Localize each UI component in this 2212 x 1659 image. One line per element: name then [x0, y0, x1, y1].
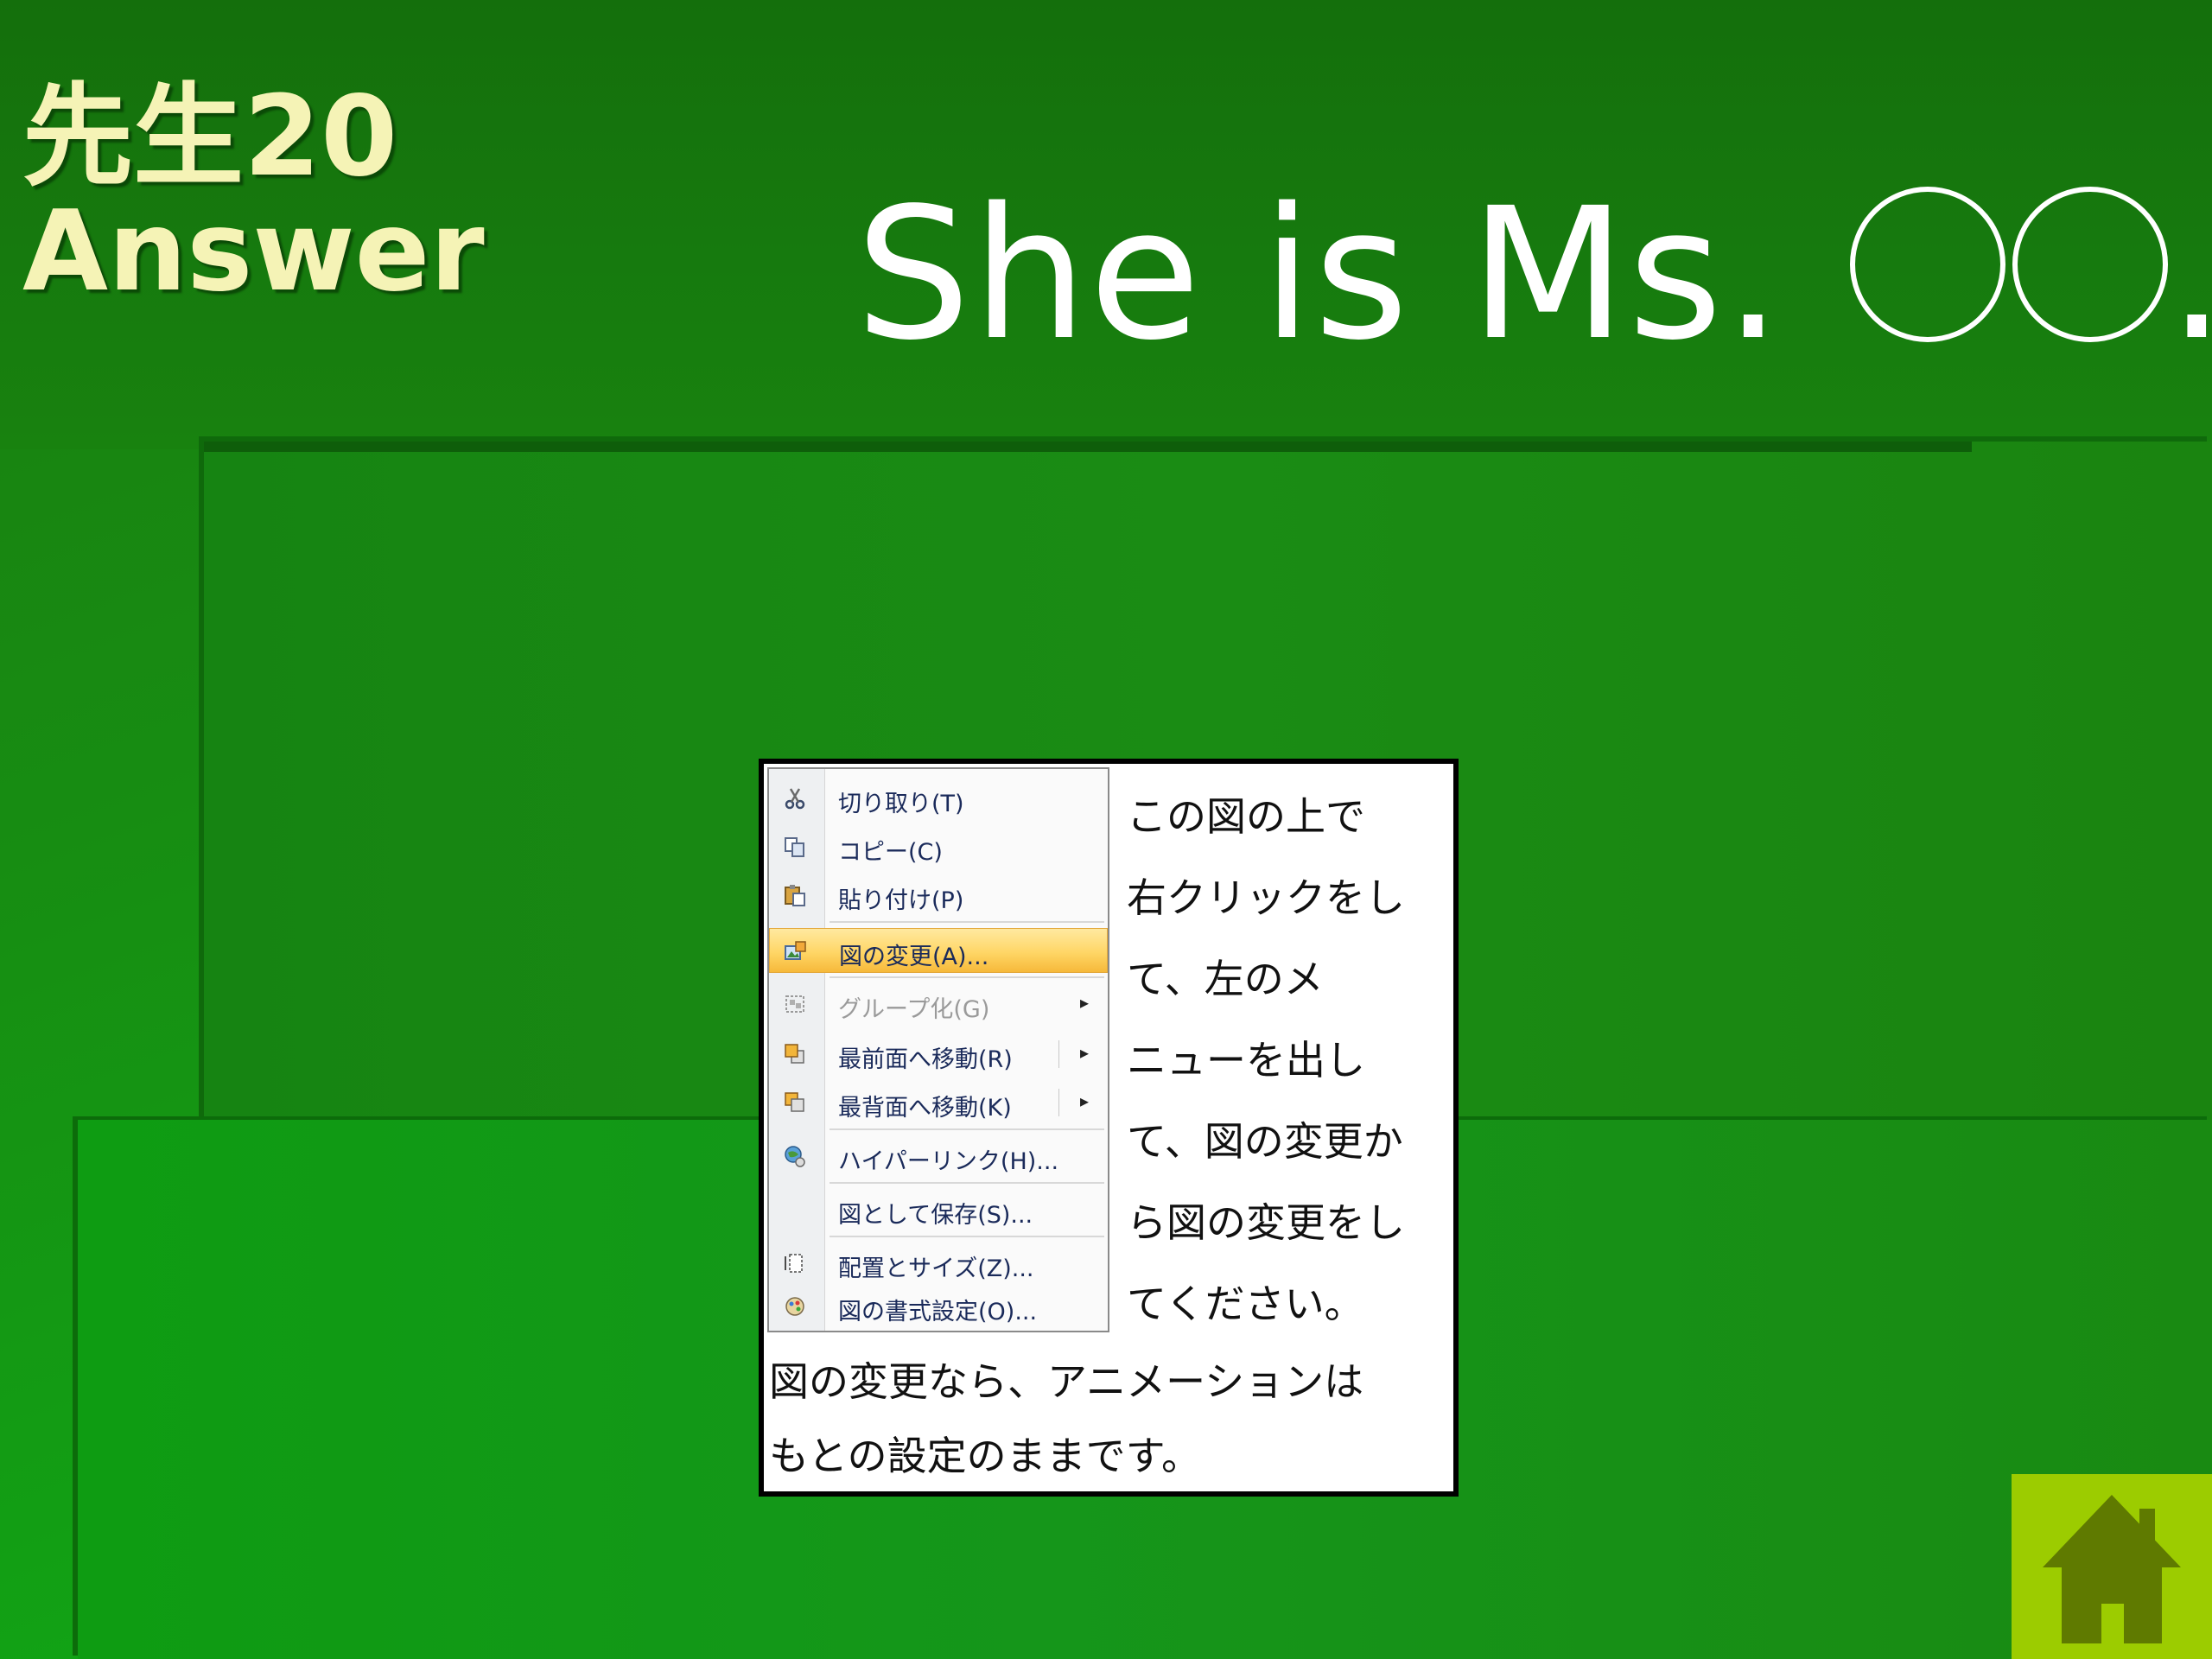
- instruction-line: ニューを出し: [1127, 1037, 1365, 1084]
- instruction-line: この図の上で: [1127, 793, 1365, 840]
- slide-title-category: 先生20: [22, 73, 398, 201]
- context-menu-illustration: 切り取り(T) コピー(C) 貼り付け(P) 図の変更(A)... グループ化(…: [767, 767, 1109, 1332]
- menu-split-separator: [1058, 1040, 1059, 1068]
- submenu-arrow-icon: ▸: [1079, 992, 1089, 1013]
- instruction-line: 図の変更なら、アニメーションは: [769, 1358, 1364, 1405]
- instruction-bottom-text: 図の変更なら、アニメーションは もとの設定のままです。: [769, 1344, 1363, 1493]
- menu-item-change-picture: 図の変更(A)...: [769, 928, 1108, 973]
- menu-item-save-as-picture: 図として保存(S)...: [838, 1202, 1033, 1229]
- hyperlink-icon: [783, 1144, 807, 1168]
- submenu-arrow-icon: ▸: [1079, 1042, 1089, 1063]
- instruction-line: て、図の変更か: [1127, 1118, 1403, 1165]
- instruction-picture[interactable]: 切り取り(T) コピー(C) 貼り付け(P) 図の変更(A)... グループ化(…: [759, 759, 1459, 1497]
- scissors-icon: [783, 786, 807, 810]
- submenu-arrow-icon: ▸: [1079, 1090, 1089, 1111]
- background-panel-upper-edge: [204, 442, 1972, 452]
- menu-item-cut: 切り取り(T): [769, 776, 1108, 821]
- slide: 先生20 Answer She is Ms. . 切り取り(T) コピー(C): [0, 0, 2212, 1659]
- instruction-line: て、左のメ: [1127, 956, 1324, 1002]
- instruction-line: もとの設定のままです。: [769, 1433, 1202, 1479]
- menu-item-send-to-back: 最背面へ移動(K) ▸: [769, 1080, 1108, 1125]
- menu-divider: [830, 1182, 1104, 1184]
- instruction-line: てください。: [1127, 1281, 1364, 1327]
- circle-placeholder-2: [2012, 187, 2168, 342]
- instruction-side-text: この図の上で 右クリックをし て、左のメ ニューを出し て、図の変更か ら図の変…: [1127, 776, 1446, 1344]
- send-to-back-icon: [783, 1090, 807, 1115]
- copy-icon: [783, 835, 807, 859]
- menu-divider: [830, 921, 1104, 923]
- answer-heading: She is Ms. .: [855, 168, 2212, 380]
- menu-divider: [830, 1128, 1104, 1130]
- paste-icon: [783, 883, 807, 907]
- size-position-icon: [783, 1251, 807, 1275]
- circle-placeholder-1: [1849, 187, 2005, 342]
- group-icon: [783, 992, 807, 1016]
- slide-title: 先生20 Answer: [22, 79, 485, 309]
- menu-divider: [830, 1236, 1104, 1237]
- menu-split-separator: [1058, 1089, 1059, 1116]
- instruction-line: ら図の変更をし: [1127, 1199, 1405, 1246]
- format-picture-icon: [783, 1294, 807, 1319]
- change-picture-icon: [784, 939, 808, 963]
- menu-item-paste: 貼り付け(P): [769, 873, 1108, 918]
- slide-title-answer: Answer: [22, 188, 485, 317]
- instruction-line: 右クリックをし: [1127, 874, 1405, 921]
- menu-divider: [830, 976, 1104, 978]
- answer-heading-period: .: [2168, 168, 2212, 380]
- menu-item-hyperlink: ハイパーリンク(H)...: [769, 1134, 1108, 1179]
- home-icon: [2043, 1495, 2181, 1643]
- home-button[interactable]: [2012, 1474, 2212, 1659]
- menu-item-format-picture: 図の書式設定(O)...: [769, 1284, 1108, 1329]
- menu-item-copy: コピー(C): [769, 824, 1108, 869]
- answer-heading-text: She is Ms.: [855, 168, 1843, 380]
- bring-to-front-icon: [783, 1042, 807, 1066]
- menu-item-group: グループ化(G) ▸: [769, 982, 1108, 1027]
- menu-item-size-position: 配置とサイズ(Z)...: [769, 1241, 1108, 1286]
- menu-item-bring-to-front: 最前面へ移動(R) ▸: [769, 1032, 1108, 1077]
